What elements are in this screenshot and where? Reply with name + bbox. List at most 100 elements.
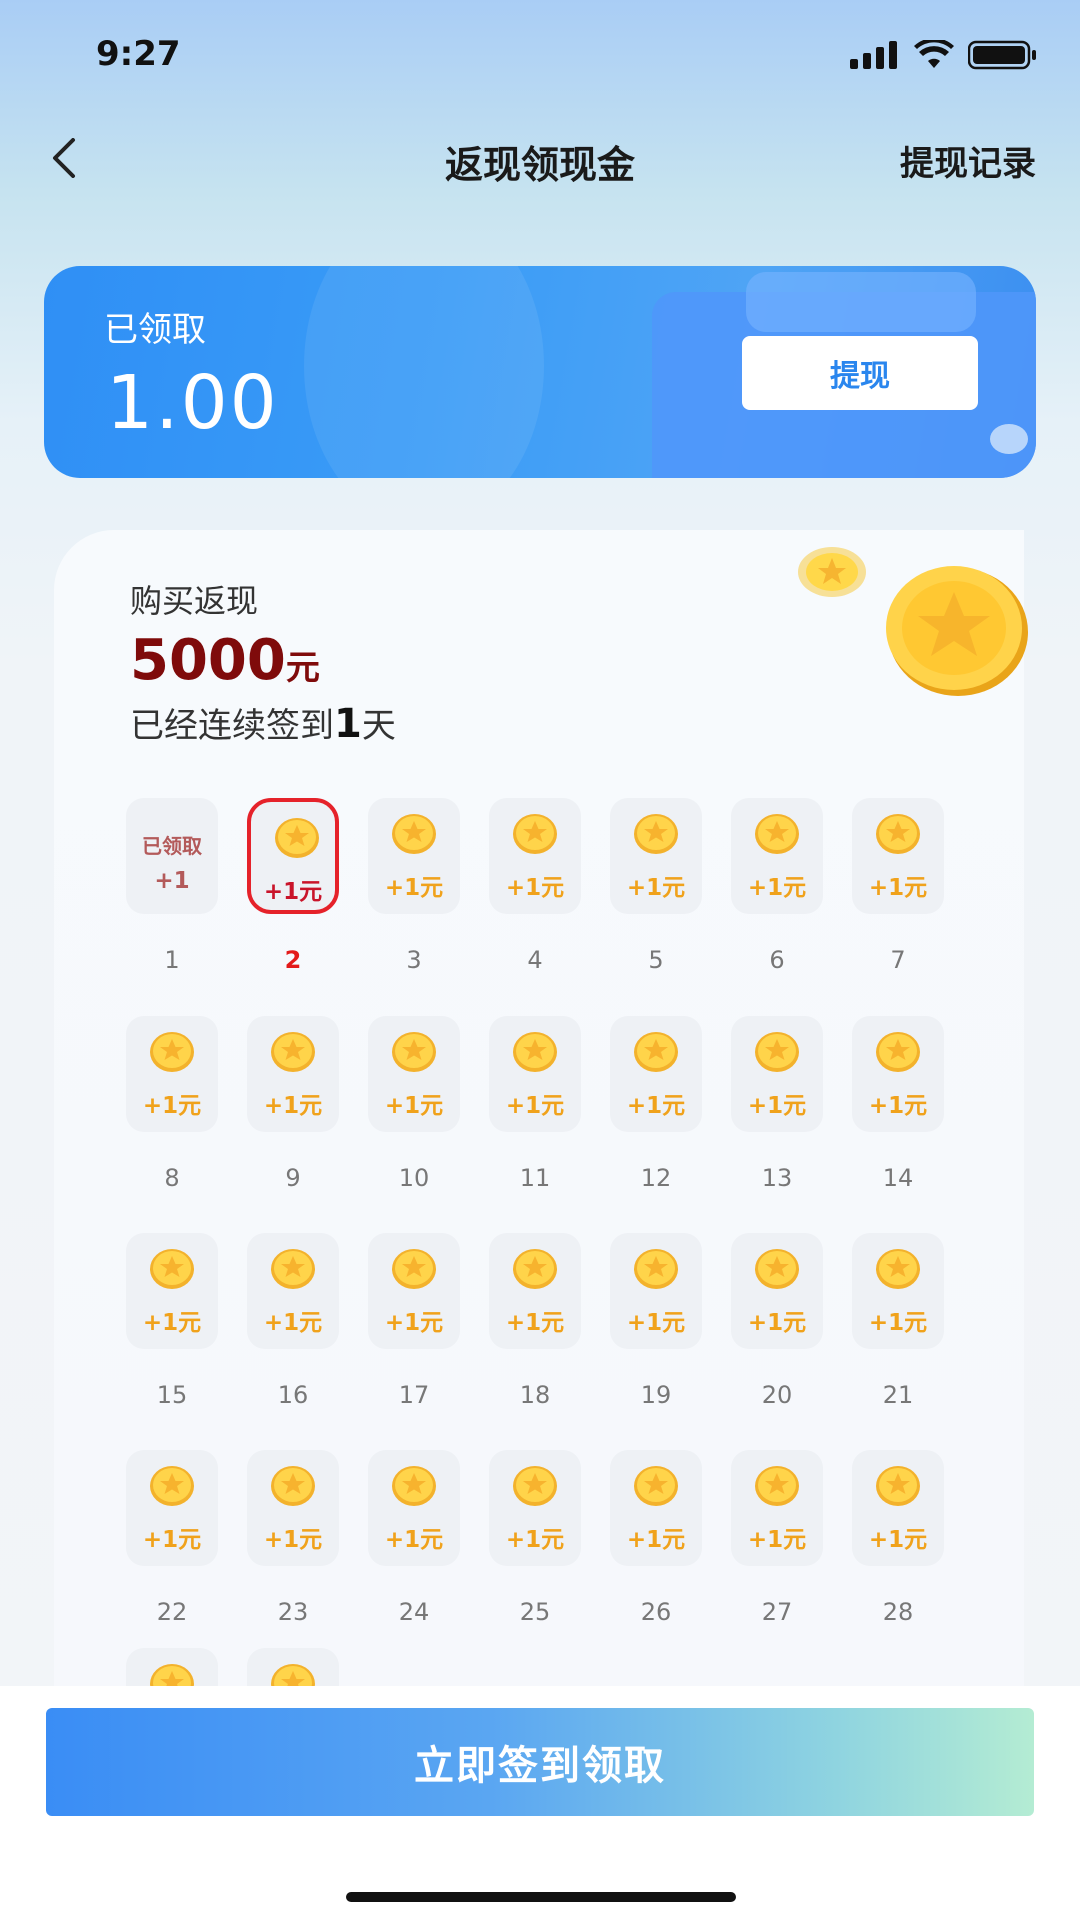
day-reward: +1元: [384, 1093, 444, 1119]
coin-icon: [511, 1030, 559, 1074]
day-number: 17: [398, 1381, 430, 1409]
day-number: 9: [285, 1164, 301, 1192]
day-reward: +1元: [868, 1093, 928, 1119]
coin-icon: [269, 1464, 317, 1508]
day-number: 22: [156, 1598, 188, 1626]
signal-icon: [850, 41, 897, 69]
day-reward: +1元: [626, 1310, 686, 1336]
day-number: 14: [882, 1164, 914, 1192]
day-cell[interactable]: +1元: [489, 1450, 581, 1566]
promo-amount-number: 5000: [130, 628, 286, 693]
promo-amount: 5000元: [130, 628, 320, 693]
day-reward: +1元: [263, 1527, 323, 1553]
coin-icon: [874, 812, 922, 856]
day-number: 15: [156, 1381, 188, 1409]
day-number: 20: [761, 1381, 793, 1409]
day-reward: +1元: [142, 1310, 202, 1336]
coin-icon: [511, 1464, 559, 1508]
day-cell[interactable]: +1元: [731, 1450, 823, 1566]
day-number: 3: [406, 946, 422, 974]
coin-icon: [148, 1464, 196, 1508]
wifi-icon: [914, 40, 954, 68]
day-number: 10: [398, 1164, 430, 1192]
day-number: 26: [640, 1598, 672, 1626]
streak-days: 1: [334, 701, 362, 747]
day-reward: +1元: [747, 1310, 807, 1336]
day-reward: +1元: [626, 1093, 686, 1119]
home-indicator: [346, 1892, 736, 1902]
day-number: 21: [882, 1381, 914, 1409]
day-reward: +1元: [505, 1310, 565, 1336]
day-reward: +1元: [263, 879, 323, 905]
streak-prefix: 已经连续签到: [130, 706, 334, 746]
day-number: 18: [519, 1381, 551, 1409]
day-number: 16: [277, 1381, 309, 1409]
day-reward: +1元: [868, 1310, 928, 1336]
day-cell[interactable]: +1元: [489, 1016, 581, 1132]
streak-suffix: 天: [361, 706, 396, 746]
day-reward: +1元: [505, 1093, 565, 1119]
day-cell[interactable]: +1元: [247, 1233, 339, 1349]
day-reward: +1元: [747, 875, 807, 901]
day-cell[interactable]: +1元: [368, 1016, 460, 1132]
day-cell[interactable]: +1元: [368, 798, 460, 914]
day-reward: +1元: [747, 1527, 807, 1553]
day-reward: +1元: [626, 875, 686, 901]
coin-icon: [511, 812, 559, 856]
day-cell[interactable]: +1元: [852, 1016, 944, 1132]
day-cell[interactable]: +1元: [852, 1233, 944, 1349]
coin-icon: [753, 1464, 801, 1508]
day-cell[interactable]: +1元: [489, 798, 581, 914]
day-number: 6: [769, 946, 785, 974]
day-cell[interactable]: +1元: [247, 798, 339, 914]
day-cell[interactable]: +1元: [126, 1450, 218, 1566]
day-cell[interactable]: +1元: [247, 1450, 339, 1566]
coin-icon: [390, 1247, 438, 1291]
day-cell[interactable]: +1元: [852, 1450, 944, 1566]
day-cell[interactable]: +1元: [610, 1233, 702, 1349]
day-cell[interactable]: +1元: [610, 1016, 702, 1132]
coin-icon: [269, 1030, 317, 1074]
day-number: 24: [398, 1598, 430, 1626]
coin-icon: [390, 812, 438, 856]
coin-icon: [148, 1030, 196, 1074]
withdraw-button[interactable]: 提现: [742, 336, 978, 410]
day-cell[interactable]: +1元: [610, 798, 702, 914]
day-number: 12: [640, 1164, 672, 1192]
coin-icon: [148, 1247, 196, 1291]
day-cell[interactable]: +1元: [731, 1016, 823, 1132]
day-number: 2: [284, 946, 302, 974]
day-number: 25: [519, 1598, 551, 1626]
day-cell[interactable]: +1元: [731, 798, 823, 914]
coin-icon: [753, 1247, 801, 1291]
coin-icon: [273, 816, 321, 860]
day-cell[interactable]: +1元: [368, 1450, 460, 1566]
claimed-text: 已领取: [142, 834, 202, 858]
day-cell[interactable]: +1元: [368, 1233, 460, 1349]
coin-icon: [632, 1247, 680, 1291]
day-reward: +1元: [263, 1093, 323, 1119]
coin-icon: [874, 1464, 922, 1508]
day-reward: +1元: [142, 1093, 202, 1119]
withdraw-records-link[interactable]: 提现记录: [900, 136, 1036, 185]
day-cell[interactable]: +1元: [247, 1016, 339, 1132]
day-cell[interactable]: +1元: [489, 1233, 581, 1349]
day-number: 5: [648, 946, 664, 974]
day-reward: +1元: [263, 1310, 323, 1336]
day-reward: +1元: [868, 875, 928, 901]
day-cell[interactable]: +1元: [852, 798, 944, 914]
coin-icon: [632, 1464, 680, 1508]
checkin-claim-button[interactable]: 立即签到领取: [46, 1708, 1034, 1816]
promo-amount-unit: 元: [285, 648, 320, 688]
day-cell[interactable]: +1元: [126, 1016, 218, 1132]
day-number: 27: [761, 1598, 793, 1626]
status-bar: 9:27: [0, 0, 1080, 110]
day-cell[interactable]: +1元: [731, 1233, 823, 1349]
day-cell[interactable]: +1元: [126, 1233, 218, 1349]
coin-icon: [390, 1464, 438, 1508]
day-number: 28: [882, 1598, 914, 1626]
day-cell[interactable]: 已领取 +1: [126, 798, 218, 914]
coin-icon: [874, 1247, 922, 1291]
day-reward: +1元: [505, 1527, 565, 1553]
day-cell[interactable]: +1元: [610, 1450, 702, 1566]
